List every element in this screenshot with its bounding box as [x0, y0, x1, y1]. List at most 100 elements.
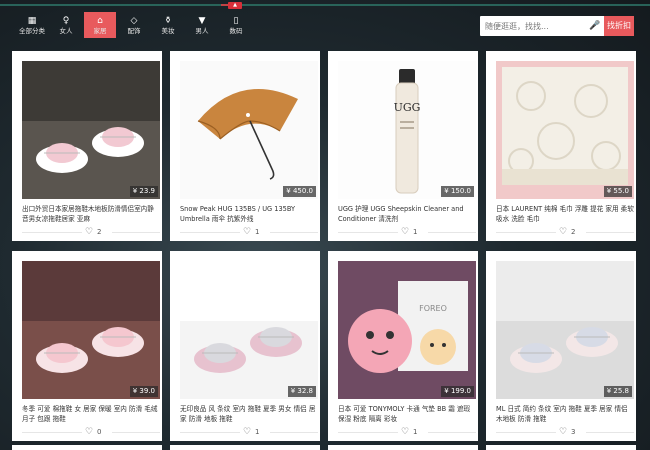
product-title[interactable]: 出口外贸日本家居拖鞋木地板防滑情侣室内静音男女凉拖鞋居家 亚麻	[22, 204, 160, 224]
product-title[interactable]: 冬季 可爱 棉拖鞋 女 居家 保暖 室内 防滑 毛绒 月子 包跟 拖鞋	[22, 404, 160, 424]
price-tag: ¥ 32.8	[287, 386, 316, 397]
like-row: ♡ 1	[170, 227, 320, 237]
umbrella-icon[interactable]: ¥ 450.0	[180, 61, 318, 199]
search-input[interactable]	[480, 21, 588, 31]
price-tag: ¥ 25.8	[603, 386, 632, 397]
next-row-card-edge	[328, 445, 478, 450]
product-title[interactable]: Snow Peak HUG 135BS / UG 135BY Umbrella …	[180, 204, 318, 224]
slippers-icon[interactable]: ¥ 23.9	[22, 61, 160, 199]
divider	[180, 232, 240, 233]
like-count: 2	[97, 228, 102, 236]
divider	[496, 432, 556, 433]
towel-icon[interactable]: ¥ 55.0	[496, 61, 634, 199]
like-row: ♡ 2	[12, 227, 162, 237]
price-tag: ¥ 39.0	[129, 386, 158, 397]
heart-icon[interactable]: ♡	[401, 427, 409, 437]
nav-item-label: 男人	[195, 26, 209, 35]
nav-item-label: 女人	[59, 26, 73, 35]
like-row: ♡ 2	[486, 227, 636, 237]
price-tag: ¥ 150.0	[441, 186, 474, 197]
heart-icon[interactable]: ♡	[401, 227, 409, 237]
nav-item-label: 家居	[93, 26, 107, 35]
slippers-icon[interactable]: ¥ 25.8	[496, 261, 634, 399]
product-card[interactable]: ¥ 450.0 Snow Peak HUG 135BS / UG 135BY Um…	[170, 51, 320, 241]
heart-icon[interactable]: ♡	[243, 427, 251, 437]
category-nav: ▦ 全部分类 ♀ 女人 ⌂ 家居 ◇ 配饰 ⚱ 美妆 ▼ 男人 ▯ 数码	[16, 12, 254, 38]
heart-icon[interactable]: ♡	[85, 427, 93, 437]
price-tag: ¥ 199.0	[441, 386, 474, 397]
divider	[112, 432, 160, 433]
like-row: ♡ 1	[328, 227, 478, 237]
like-count: 1	[255, 428, 260, 436]
bottle-icon[interactable]: UGG ¥ 150.0	[338, 61, 476, 199]
nav-item-0[interactable]: ▦ 全部分类	[16, 12, 48, 38]
compact-icon[interactable]: FOREO ¥ 199.0	[338, 261, 476, 399]
grid-icon: ▦	[27, 15, 37, 26]
divider	[586, 432, 634, 433]
divider	[428, 432, 476, 433]
divider	[112, 232, 160, 233]
product-card[interactable]: ¥ 55.0 日本 LAURENT 纯棉 毛巾 浮雕 提花 家用 柔软 吸水 洗脸…	[486, 51, 636, 241]
nav-item-label: 数码	[229, 26, 243, 35]
heart-icon[interactable]: ♡	[559, 227, 567, 237]
nav-item-label: 配饰	[127, 26, 141, 35]
svg-text:UGG: UGG	[394, 101, 421, 114]
product-title[interactable]: ML 日式 简约 条纹 室内 拖鞋 夏季 居家 情侣 木地板 防滑 拖鞋	[496, 404, 634, 424]
bag-icon: ⚱	[164, 15, 172, 26]
divider	[180, 432, 240, 433]
divider	[428, 232, 476, 233]
slippers-icon[interactable]: ¥ 32.8	[180, 261, 318, 399]
divider	[22, 232, 82, 233]
like-row: ♡ 1	[170, 427, 320, 437]
product-card[interactable]: ¥ 23.9 出口外贸日本家居拖鞋木地板防滑情侣室内静音男女凉拖鞋居家 亚麻 ♡ 2	[12, 51, 162, 241]
nav-item-label: 美妆	[161, 26, 175, 35]
like-count: 1	[255, 228, 260, 236]
nav-item-2[interactable]: ⌂ 家居	[84, 12, 116, 38]
next-row-card-edge	[486, 445, 636, 450]
heart-icon[interactable]: ♡	[559, 427, 567, 437]
product-title[interactable]: 无印良品 风 条纹 室内 拖鞋 夏季 男女 情侣 居家 防滑 地板 拖鞋	[180, 404, 318, 424]
dress-icon: ♀	[62, 15, 70, 26]
like-row: ♡ 0	[12, 427, 162, 437]
product-card[interactable]: ¥ 25.8 ML 日式 简约 条纹 室内 拖鞋 夏季 居家 情侣 木地板 防滑 …	[486, 251, 636, 441]
heart-icon[interactable]: ♡	[85, 227, 93, 237]
like-count: 0	[97, 428, 102, 436]
nav-item-1[interactable]: ♀ 女人	[50, 12, 82, 38]
shirt-icon: ▼	[198, 15, 206, 26]
product-card[interactable]: UGG ¥ 150.0 UGG 护理 UGG Sheepskin Cleaner …	[328, 51, 478, 241]
product-title[interactable]: UGG 护理 UGG Sheepskin Cleaner and Conditi…	[338, 204, 476, 224]
divider	[270, 232, 318, 233]
product-card[interactable]: FOREO ¥ 199.0 日本 可爱 TONYMOLY 卡通 气垫 BB 霜 遮…	[328, 251, 478, 441]
like-count: 1	[413, 228, 418, 236]
search-button[interactable]: 找折扣	[604, 16, 634, 36]
heart-icon[interactable]: ♡	[243, 227, 251, 237]
price-tag: ¥ 55.0	[603, 186, 632, 197]
product-title[interactable]: 日本 LAURENT 纯棉 毛巾 浮雕 提花 家用 柔软 吸水 洗脸 毛巾	[496, 204, 634, 224]
accessory-icon: ◇	[130, 15, 138, 26]
price-tag: ¥ 23.9	[129, 186, 158, 197]
phone-icon: ▯	[233, 15, 239, 26]
like-count: 2	[571, 228, 576, 236]
nav-item-5[interactable]: ▼ 男人	[186, 12, 218, 38]
nav-item-6[interactable]: ▯ 数码	[220, 12, 252, 38]
divider	[22, 432, 82, 433]
product-title[interactable]: 日本 可爱 TONYMOLY 卡通 气垫 BB 霜 遮瑕 保湿 粉底 隔离 彩妆	[338, 404, 476, 424]
like-row: ♡ 1	[328, 427, 478, 437]
product-card[interactable]: ¥ 32.8 无印良品 风 条纹 室内 拖鞋 夏季 男女 情侣 居家 防滑 地板 …	[170, 251, 320, 441]
home-icon: ⌂	[97, 15, 103, 26]
divider	[270, 432, 318, 433]
search-box: 🎤	[480, 16, 604, 36]
next-row-card-edge	[12, 445, 162, 450]
top-accent-bar	[0, 4, 650, 6]
nav-item-label: 全部分类	[19, 26, 45, 35]
nav-item-4[interactable]: ⚱ 美妆	[152, 12, 184, 38]
divider	[496, 232, 556, 233]
nav-item-3[interactable]: ◇ 配饰	[118, 12, 150, 38]
product-card[interactable]: ¥ 39.0 冬季 可爱 棉拖鞋 女 居家 保暖 室内 防滑 毛绒 月子 包跟 拖…	[12, 251, 162, 441]
microphone-icon[interactable]: 🎤	[588, 21, 602, 31]
divider	[338, 232, 398, 233]
like-row: ♡ 3	[486, 427, 636, 437]
price-tag: ¥ 450.0	[283, 186, 316, 197]
divider	[338, 432, 398, 433]
slippers-icon[interactable]: ¥ 39.0	[22, 261, 160, 399]
